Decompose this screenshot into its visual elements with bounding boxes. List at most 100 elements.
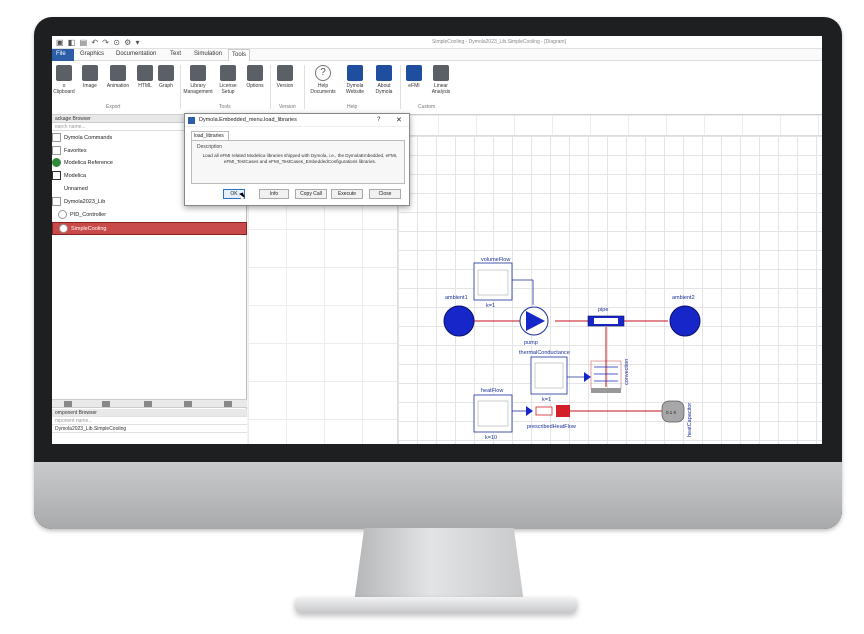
description-label: Description <box>197 144 223 150</box>
version-button[interactable]: Version <box>273 65 297 89</box>
help-icon: ? <box>315 65 331 81</box>
efmi-icon <box>406 65 422 81</box>
library-icon <box>190 65 206 81</box>
menu-file[interactable]: File <box>52 49 74 61</box>
application-window: ▣ ◧ ▤ ↶ ↷ ⊙ ⚙ ▾ SimpleCooling - Dymola20… <box>52 36 822 444</box>
animation-label: Animation <box>106 83 130 89</box>
clipboard-label: o Clipboard <box>53 83 75 95</box>
tree-item-label: Favorites <box>64 148 87 154</box>
convection-label: convection <box>624 359 630 385</box>
modelica-icon <box>52 171 61 181</box>
close-button[interactable]: Close <box>369 189 401 199</box>
animation-icon <box>110 65 126 81</box>
thermalconductance-label: thermalConductance <box>519 350 570 356</box>
clipboard-icon <box>56 65 72 81</box>
prescribedheatflow-component[interactable] <box>535 406 553 416</box>
execute-button[interactable]: Execute <box>331 189 363 199</box>
license-setup-button[interactable]: License Setup <box>216 65 240 95</box>
pump-label: pump <box>524 340 538 346</box>
play-icon <box>59 224 68 234</box>
tree-item-pid-controller[interactable]: PID_Controller <box>52 209 247 222</box>
group-label-export: Export <box>106 104 121 110</box>
ambient2-node[interactable] <box>669 305 701 337</box>
heatcapacitor-label: heatCapacitor <box>687 403 693 437</box>
tab-icon[interactable] <box>64 401 72 407</box>
menu-tools[interactable]: Tools <box>228 49 251 61</box>
group-label-tools: Tools <box>219 104 231 110</box>
component-browser: omponent Browser mponent name... Dymola2… <box>52 409 247 444</box>
title-bar: ▣ ◧ ▤ ↶ ↷ ⊙ ⚙ ▾ SimpleCooling - Dymola20… <box>52 36 822 49</box>
volumeflow-label: volumeFlow <box>481 257 510 263</box>
description-text: Load all eFMI related Modelica libraries… <box>202 153 398 164</box>
monitor-chin <box>34 462 842 529</box>
animation-button[interactable]: Animation <box>103 65 133 89</box>
efmi-button[interactable]: eFMI <box>403 65 425 89</box>
options-button[interactable]: Options <box>243 65 267 89</box>
group-separator <box>304 65 305 109</box>
menu-text[interactable]: Text <box>170 51 181 57</box>
linear-analysis-button[interactable]: Linear Analysis <box>427 65 455 95</box>
tab-icon[interactable] <box>102 401 110 407</box>
tree-item-label: Modelica Reference <box>64 160 113 166</box>
help-documents-button[interactable]: ? Help Documents <box>308 65 338 95</box>
input-arrow-icon <box>526 406 533 416</box>
info-button[interactable]: Info <box>259 189 289 199</box>
linear-analysis-icon <box>433 65 449 81</box>
tab-icon[interactable] <box>184 401 192 407</box>
about-dymola-label: About Dymola <box>375 83 393 95</box>
thermalconductance-k-label: k=1 <box>542 397 551 403</box>
component-search-input[interactable]: mponent name... <box>52 417 247 425</box>
html-button[interactable]: HTML <box>135 65 155 89</box>
close-icon[interactable]: ✕ <box>396 116 402 124</box>
html-icon <box>137 65 153 81</box>
group-separator <box>400 65 401 109</box>
efmi-label: eFMI <box>408 83 420 89</box>
heatflow-label: heatFlow <box>481 388 503 394</box>
library-management-button[interactable]: Library Management <box>183 65 213 95</box>
monitor-stand-base <box>295 597 577 613</box>
image-button[interactable]: Image <box>79 65 101 89</box>
website-icon <box>347 65 363 81</box>
about-dymola-button[interactable]: About Dymola <box>371 65 397 95</box>
tab-icon[interactable] <box>224 401 232 407</box>
menu-graphics[interactable]: Graphics <box>80 51 104 57</box>
volumeflow-k-label: k=1 <box>486 303 495 309</box>
window-title: SimpleCooling - Dymola2023_Lib.SimpleCoo… <box>432 39 566 45</box>
ambient1-node[interactable] <box>443 305 475 337</box>
component-browser-header: omponent Browser <box>52 409 247 417</box>
license-setup-label: License Setup <box>219 83 237 95</box>
tree-item-simplecooling[interactable]: SimpleCooling <box>52 222 247 235</box>
version-icon <box>277 65 293 81</box>
monitor-stand <box>354 528 524 603</box>
heatcapacitor-value: 0.1 K <box>666 410 677 415</box>
heatflow-plot <box>477 400 509 427</box>
copy-call-button[interactable]: Copy Call <box>295 189 327 199</box>
description-group: Description Load all eFMI related Modeli… <box>191 140 405 184</box>
component-path: Dymola2023_Lib.SimpleCooling <box>52 425 247 433</box>
gear-icon <box>247 65 263 81</box>
folder-icon <box>52 133 61 143</box>
tree-item-label: SimpleCooling <box>71 226 107 232</box>
menu-simulation[interactable]: Simulation <box>194 51 222 57</box>
group-separator <box>270 65 271 109</box>
graph-button[interactable]: Graph <box>156 65 176 89</box>
quick-access-toolbar[interactable]: ▣ ◧ ▤ ↶ ↷ ⊙ ⚙ ▾ <box>56 38 141 47</box>
play-icon <box>58 210 67 220</box>
dymola-website-button[interactable]: Dymola Website <box>342 65 368 95</box>
tree-item-label: Modelica <box>64 173 87 179</box>
graph-label: Graph <box>159 83 173 89</box>
menu-documentation[interactable]: Documentation <box>116 51 156 57</box>
image-label: Image <box>83 83 97 89</box>
ribbon-toolbar: o Clipboard Image Animation HTML Graph L… <box>52 61 822 115</box>
menu-bar: File Graphics Documentation Text Simulat… <box>52 49 822 61</box>
tab-icon[interactable] <box>144 401 152 407</box>
load-libraries-dialog: Dymola.Embedded_menu.load_libraries ? ✕ … <box>184 113 410 206</box>
options-label: Options <box>246 83 264 89</box>
package-icon <box>52 197 61 207</box>
linear-analysis-label: Linear Analysis <box>431 83 451 95</box>
group-label-help: Help <box>347 104 358 110</box>
group-label-custom: Custom <box>418 104 436 110</box>
dialog-tab[interactable]: load_libraries <box>191 131 229 140</box>
help-icon[interactable]: ? <box>377 117 380 123</box>
clipboard-button[interactable]: o Clipboard <box>52 65 76 95</box>
